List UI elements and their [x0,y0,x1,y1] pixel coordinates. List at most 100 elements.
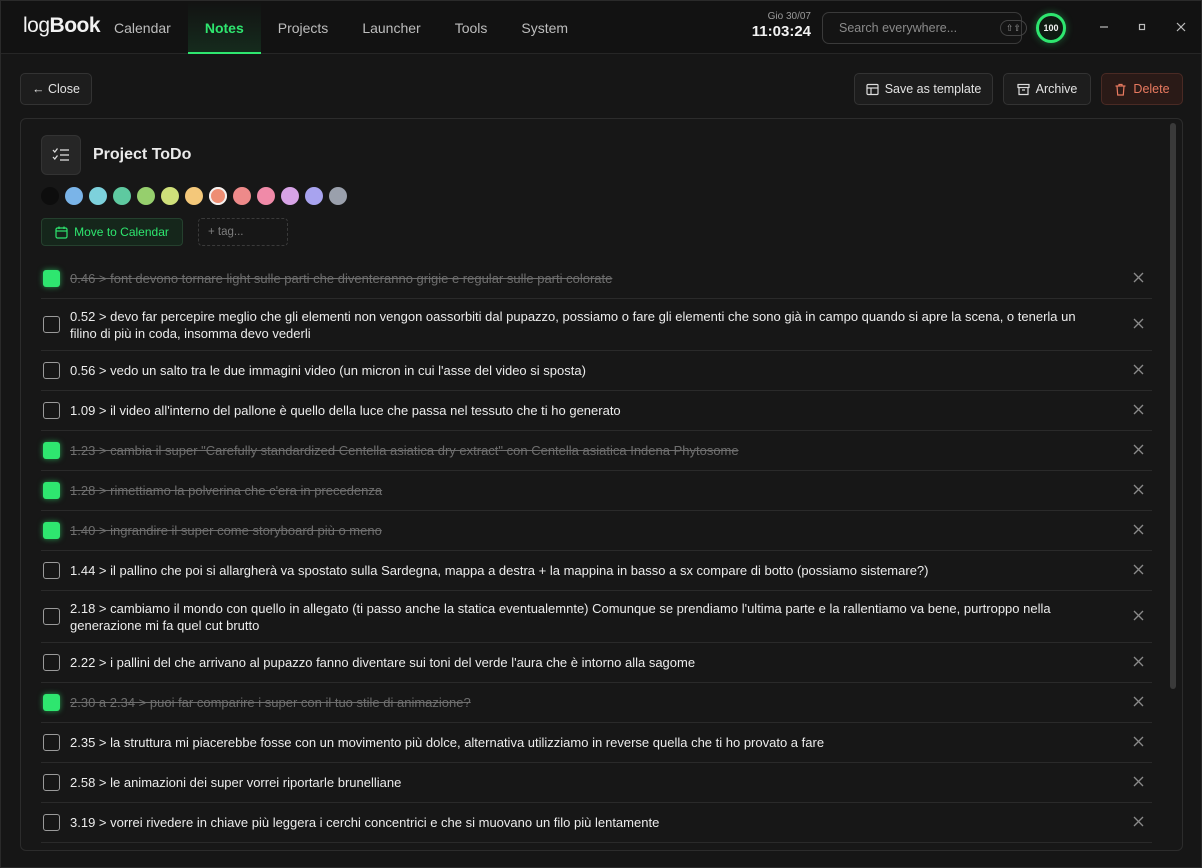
save-as-template-label: Save as template [884,82,982,96]
move-to-calendar-label: Move to Calendar [74,225,169,239]
todo-text[interactable]: 2.22 > i pallini del che arrivano al pup… [70,654,1128,671]
nav-tab-calendar[interactable]: Calendar [97,1,188,54]
nav-tab-system[interactable]: System [504,1,585,54]
checklist-icon [52,148,69,161]
close-icon [1133,816,1143,827]
calendar-icon [55,226,68,239]
nav-tab-notes[interactable]: Notes [187,1,261,54]
close-icon [1133,610,1143,621]
remove-todo-button[interactable] [1128,654,1148,671]
color-swatch[interactable] [65,187,83,205]
progress-badge[interactable]: 100 [1036,13,1066,43]
remove-todo-button[interactable] [1128,774,1148,791]
nav-tab-tools[interactable]: Tools [438,1,505,54]
color-swatch[interactable] [233,187,251,205]
todo-text[interactable]: 2.58 > le animazioni dei super vorrei ri… [70,774,1128,791]
move-to-calendar-button[interactable]: Move to Calendar [41,218,183,246]
minimize-button[interactable] [1094,17,1114,37]
todo-text[interactable]: 0.56 > vedo un salto tra le due immagini… [70,362,1128,379]
archive-button[interactable]: Archive [1003,73,1091,105]
remove-todo-button[interactable] [1128,402,1148,419]
todo-text[interactable]: 3.19 > vorrei rivedere in chiave più leg… [70,814,1128,831]
color-swatch[interactable] [209,187,227,205]
note-type-button[interactable] [41,135,81,175]
maximize-button[interactable] [1132,17,1152,37]
close-note-button[interactable]: ← Close [20,73,92,105]
clock-date: Gio 30/07 [767,11,811,22]
color-swatch[interactable] [305,187,323,205]
todo-checkbox[interactable] [43,562,60,579]
search-input[interactable] [839,21,1000,35]
todo-checkbox[interactable] [43,270,60,287]
remove-todo-button[interactable] [1128,482,1148,499]
todo-checkbox[interactable] [43,694,60,711]
note-title[interactable]: Project ToDo [93,146,191,164]
color-swatch[interactable] [257,187,275,205]
todo-text[interactable]: 2.18 > cambiamo il mondo con quello in a… [70,600,1128,634]
todo-checkbox[interactable] [43,362,60,379]
remove-todo-button[interactable] [1128,442,1148,459]
remove-todo-button[interactable] [1128,362,1148,379]
color-swatch[interactable] [89,187,107,205]
remove-todo-button[interactable] [1128,734,1148,751]
save-as-template-button[interactable]: Save as template [854,73,993,105]
close-note-label: ← Close [32,82,80,96]
todo-text[interactable]: 1.23 > cambia il super "Carefully standa… [70,442,1128,459]
todo-item: 1.40 > ingrandire il super come storyboa… [41,511,1152,551]
todo-checkbox[interactable] [43,734,60,751]
remove-todo-button[interactable] [1128,562,1148,579]
todo-item: 2.22 > i pallini del che arrivano al pup… [41,643,1152,683]
window-close-button[interactable] [1171,17,1191,37]
remove-todo-button[interactable] [1128,270,1148,287]
todo-text[interactable]: 0.46 > font devono tornare light sulle p… [70,270,1128,287]
nav-tab-projects[interactable]: Projects [261,1,346,54]
close-icon [1133,404,1143,415]
todo-item: 1.23 > cambia il super "Carefully standa… [41,431,1152,471]
color-swatch[interactable] [41,187,59,205]
remove-todo-button[interactable] [1128,522,1148,539]
trash-icon [1115,83,1126,96]
nav-tab-launcher[interactable]: Launcher [345,1,437,54]
todo-checkbox[interactable] [43,774,60,791]
todo-checkbox[interactable] [43,522,60,539]
color-swatch[interactable] [137,187,155,205]
todo-checkbox[interactable] [43,402,60,419]
note-panel: Project ToDo Move to Calendar 0.46 > fon… [20,118,1183,851]
color-swatch[interactable] [113,187,131,205]
todo-checkbox[interactable] [43,442,60,459]
todo-checkbox[interactable] [43,482,60,499]
todo-item: 0.52 > devo far percepire meglio che gli… [41,299,1152,351]
tag-input[interactable] [198,218,288,246]
search-box[interactable]: ⇧⇧ [822,12,1028,44]
logo-part-bold: Book [49,14,101,37]
todo-checkbox[interactable] [43,814,60,831]
close-icon [1133,776,1143,787]
todo-text[interactable]: 0.52 > devo far percepire meglio che gli… [70,308,1128,342]
app-logo: logBook [23,14,101,38]
color-swatch[interactable] [281,187,299,205]
todo-text[interactable]: 1.09 > il video all'interno del pallone … [70,402,1128,419]
color-swatch[interactable] [161,187,179,205]
todo-checkbox[interactable] [43,316,60,333]
todo-text[interactable]: 1.44 > il pallino che poi si allargherà … [70,562,1128,579]
remove-todo-button[interactable] [1128,694,1148,711]
delete-button[interactable]: Delete [1101,73,1183,105]
todo-text[interactable]: 2.35 > la struttura mi piacerebbe fosse … [70,734,1128,751]
remove-todo-button[interactable] [1128,814,1148,831]
color-swatch[interactable] [329,187,347,205]
todo-list: 0.46 > font devono tornare light sulle p… [41,259,1152,843]
remove-todo-button[interactable] [1128,608,1148,625]
color-swatch[interactable] [185,187,203,205]
todo-item: 2.58 > le animazioni dei super vorrei ri… [41,763,1152,803]
close-icon [1133,444,1143,455]
todo-text[interactable]: 2.30 a 2.34 > puoi far comparire i super… [70,694,1128,711]
close-icon [1133,364,1143,375]
scrollbar[interactable] [1170,123,1176,689]
todo-checkbox[interactable] [43,608,60,625]
remove-todo-button[interactable] [1128,316,1148,333]
todo-text[interactable]: 1.28 > rimettiamo la polverina che c'era… [70,482,1128,499]
close-icon [1133,564,1143,575]
todo-checkbox[interactable] [43,654,60,671]
todo-text[interactable]: 1.40 > ingrandire il super come storyboa… [70,522,1128,539]
close-icon [1133,656,1143,667]
